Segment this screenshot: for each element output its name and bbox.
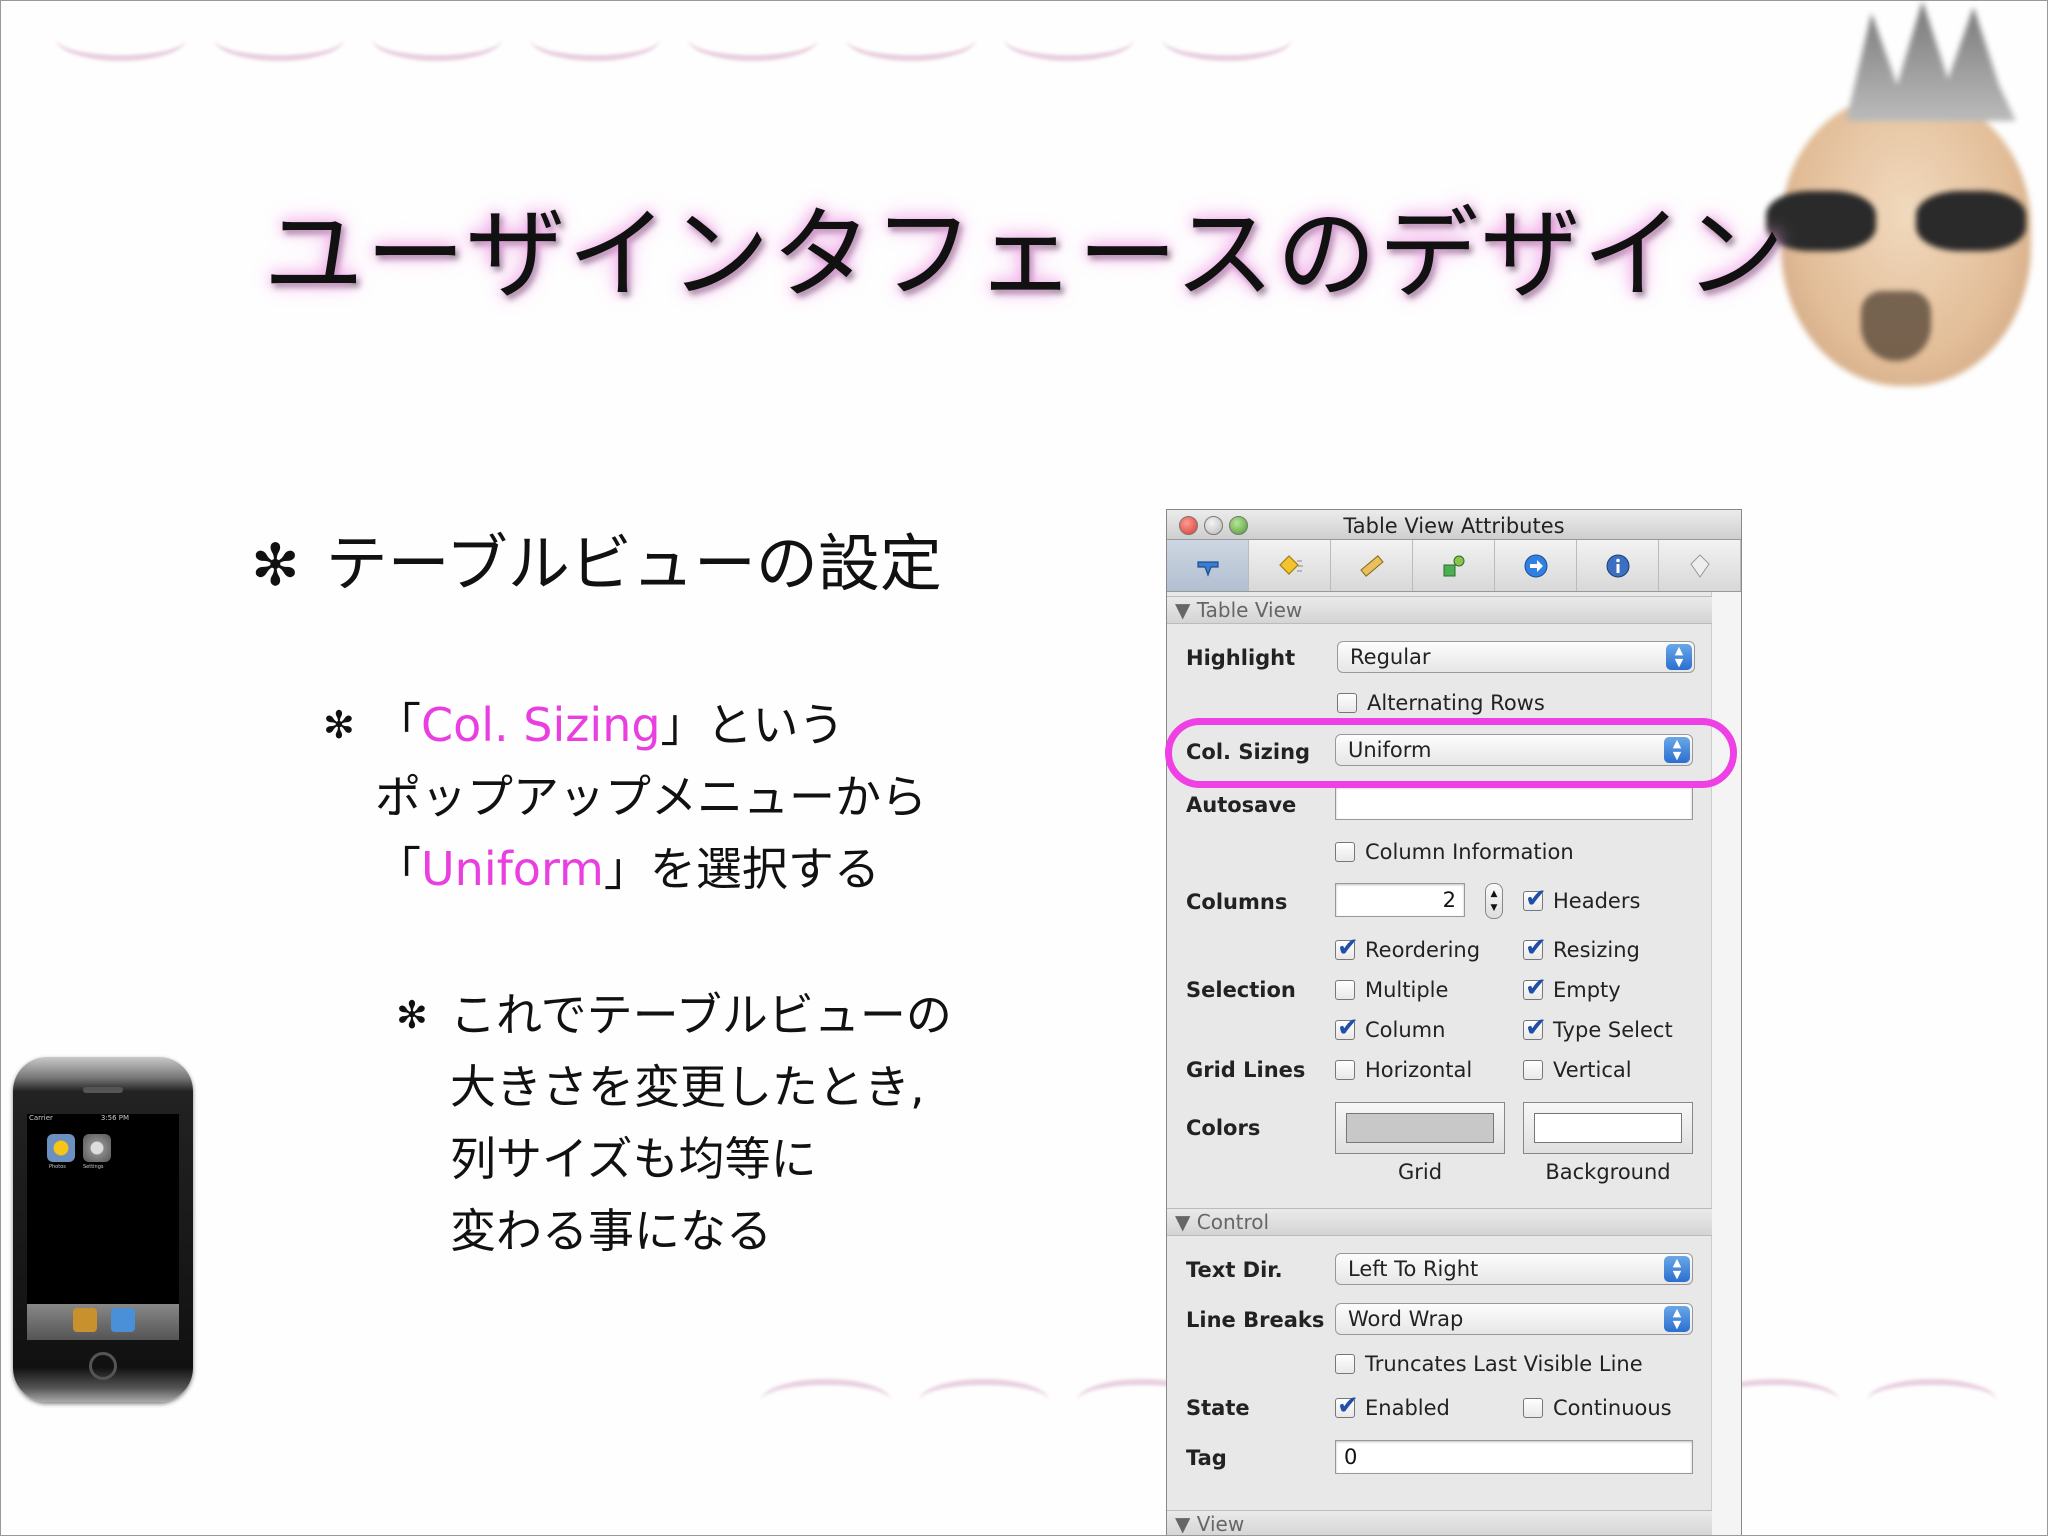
truncates-checkbox[interactable]: Truncates Last Visible Line — [1335, 1352, 1643, 1376]
bullet-marker-icon: ✻ — [396, 993, 428, 1037]
bullet-marker-icon: ✻ — [251, 531, 300, 599]
section-header-table-view[interactable]: ▼ Table View — [1167, 596, 1712, 624]
resizing-checkbox[interactable]: Resizing — [1523, 933, 1640, 963]
headers-checkbox[interactable]: Headers — [1523, 884, 1640, 914]
bullet-level3-line: これでテーブルビューの — [450, 988, 952, 1042]
info-icon — [1606, 554, 1629, 577]
horizontal-checkbox[interactable]: Horizontal — [1335, 1058, 1472, 1082]
speaker-icon — [83, 1087, 123, 1093]
vertical-checkbox[interactable]: Vertical — [1523, 1058, 1632, 1082]
section-header-view[interactable]: ▼ View — [1167, 1510, 1712, 1535]
columns-stepper[interactable]: ▲ ▼ — [1485, 883, 1503, 919]
reordering-checkbox[interactable]: Reordering — [1335, 933, 1480, 963]
columns-field[interactable]: 2 — [1335, 883, 1465, 917]
iphone-screen: Carrier 3:56 PM Photos Settings — [27, 1114, 179, 1340]
home-button-icon — [89, 1352, 117, 1380]
identity-icon — [1689, 553, 1710, 578]
grid-lines-label: Grid Lines — [1186, 1058, 1306, 1082]
popup-arrows-icon: ▲ ▼ — [1666, 644, 1692, 670]
ruler-icon — [1359, 554, 1384, 577]
panel-scrollbar[interactable] — [1711, 592, 1741, 1535]
inspector-toolbar — [1167, 540, 1741, 592]
text-dir-label: Text Dir. — [1186, 1258, 1283, 1282]
line-breaks-label: Line Breaks — [1186, 1308, 1325, 1332]
alternating-rows-checkbox[interactable]: Alternating Rows — [1337, 691, 1545, 715]
tab-info[interactable] — [1577, 540, 1659, 591]
bullet-marker-icon: ✻ — [323, 703, 355, 747]
bullet-level2-line1: 「Col. Sizing」という — [375, 698, 845, 752]
tab-connections[interactable] — [1495, 540, 1577, 591]
highlight-popup[interactable]: Regular ▲ ▼ — [1337, 641, 1695, 673]
enabled-checkbox[interactable]: Enabled — [1335, 1391, 1450, 1421]
grid-caption: Grid — [1397, 1160, 1443, 1184]
panel-title: Table View Attributes — [1343, 514, 1565, 538]
tab-effects[interactable] — [1249, 540, 1331, 591]
tag-label: Tag — [1186, 1446, 1227, 1470]
bullet-level2-line2: ポップアップメニューから — [375, 770, 927, 824]
slide-title: ユーザインタフェースのデザイン — [263, 196, 1787, 313]
tab-bindings[interactable] — [1413, 540, 1495, 591]
connections-icon — [1524, 554, 1547, 577]
col-sizing-label: Col. Sizing — [1186, 740, 1311, 764]
attributes-icon — [1196, 560, 1219, 577]
column-checkbox[interactable]: Column — [1335, 1013, 1445, 1043]
autosave-label: Autosave — [1186, 793, 1297, 817]
bullet-level2: ✻ 「Col. Sizing」という ポップアップメニューから 「Uniform… — [323, 689, 927, 905]
autosave-field[interactable] — [1335, 786, 1693, 820]
contacts-app-icon — [73, 1308, 97, 1332]
bullet-level3: ✻ これでテーブルビューの 大きさを変更したとき, 列サイズも均等に 変わる事に… — [396, 979, 952, 1267]
tab-size[interactable] — [1331, 540, 1413, 591]
top-scallop-border — [56, 39, 1320, 61]
background-color-well[interactable] — [1523, 1102, 1693, 1154]
slide: ユーザインタフェースのデザイン ✻ テーブルビューの設定 ✻ 「Col. Sizi… — [0, 0, 2048, 1536]
multiple-checkbox[interactable]: Multiple — [1335, 978, 1448, 1002]
tag-field[interactable]: 0 — [1335, 1440, 1693, 1474]
highlight-uniform: Uniform — [421, 842, 604, 896]
empty-checkbox[interactable]: Empty — [1523, 973, 1621, 1003]
settings-app-icon — [83, 1134, 111, 1162]
background-color-swatch — [1534, 1113, 1682, 1143]
grid-color-swatch — [1346, 1113, 1494, 1143]
bullet-level1-text: テーブルビューの設定 — [325, 527, 942, 600]
popup-arrows-icon: ▲ ▼ — [1664, 1306, 1690, 1332]
safari-app-icon — [111, 1308, 135, 1332]
selection-label: Selection — [1186, 978, 1296, 1002]
bullet-level3-line: 大きさを変更したとき, — [450, 1060, 925, 1114]
bullet-level3-line: 変わる事になる — [450, 1204, 772, 1258]
photos-app-icon — [47, 1134, 75, 1162]
background-caption: Background — [1545, 1160, 1671, 1184]
text-dir-popup[interactable]: Left To Right ▲ ▼ — [1335, 1253, 1693, 1285]
popup-arrows-icon: ▲ ▼ — [1664, 1256, 1690, 1282]
column-information-checkbox[interactable]: Column Information — [1335, 840, 1574, 864]
bullet-level3-line: 列サイズも均等に — [450, 1132, 817, 1186]
columns-label: Columns — [1186, 890, 1288, 914]
iphone-dock — [27, 1304, 179, 1340]
state-label: State — [1186, 1396, 1250, 1420]
iphone-image: Carrier 3:56 PM Photos Settings — [13, 1057, 193, 1402]
popup-arrows-icon: ▲ ▼ — [1664, 737, 1690, 763]
bullet-level1: ✻ テーブルビューの設定 — [251, 513, 942, 603]
grid-color-well[interactable] — [1335, 1102, 1505, 1154]
section-header-control[interactable]: ▼ Control — [1167, 1208, 1712, 1236]
tab-identity[interactable] — [1659, 540, 1741, 591]
type-select-checkbox[interactable]: Type Select — [1523, 1013, 1673, 1043]
continuous-checkbox[interactable]: Continuous — [1523, 1396, 1672, 1420]
panel-titlebar[interactable]: Table View Attributes — [1167, 510, 1741, 540]
colors-label: Colors — [1186, 1116, 1261, 1140]
table-view-attributes-panel: Table View Attributes ▼ Table View Highl… — [1166, 509, 1742, 1535]
highlight-label: Highlight — [1186, 646, 1296, 670]
line-breaks-popup[interactable]: Word Wrap ▲ ▼ — [1335, 1303, 1693, 1335]
effects-icon — [1278, 554, 1303, 575]
bullet-level2-line3: 「Uniform」を選択する — [375, 842, 880, 896]
tab-attributes[interactable] — [1167, 540, 1249, 591]
status-bar: Carrier 3:56 PM — [29, 1114, 130, 1122]
col-sizing-popup[interactable]: Uniform ▲ ▼ — [1335, 734, 1693, 766]
highlight-col-sizing: Col. Sizing — [421, 698, 661, 752]
bindings-icon — [1443, 555, 1464, 576]
